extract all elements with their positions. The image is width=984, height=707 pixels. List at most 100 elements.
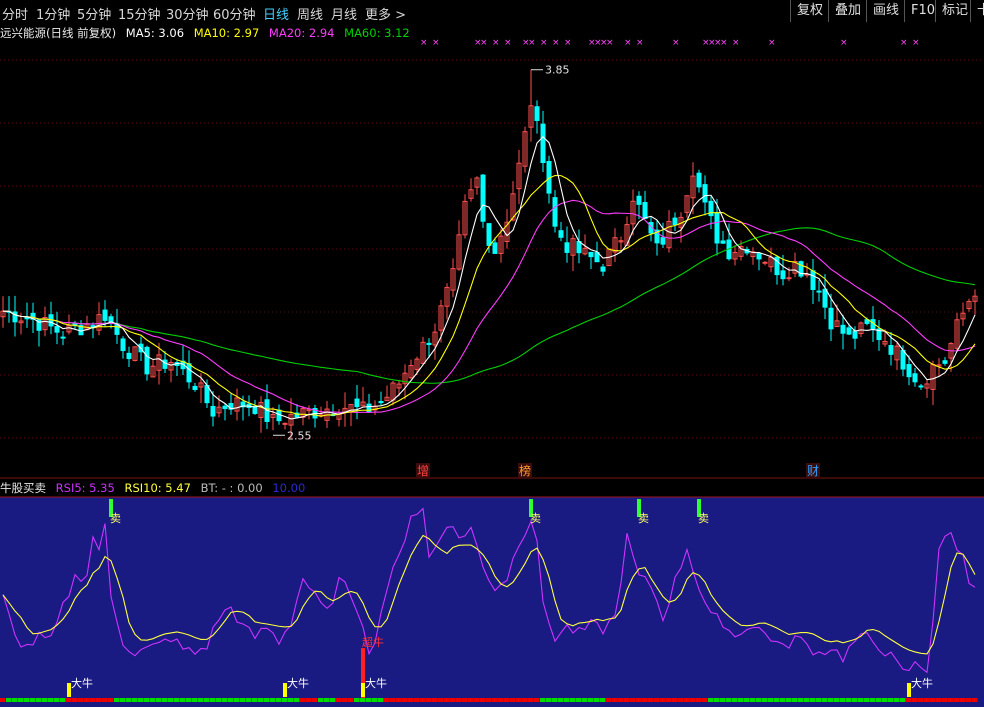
bull-signal-label: 大牛 xyxy=(287,676,309,690)
status-segment xyxy=(228,698,234,702)
candle-body xyxy=(756,253,762,260)
candle-body xyxy=(192,385,198,391)
status-segment xyxy=(672,698,678,702)
status-segment xyxy=(570,698,576,702)
price-annotation: 2.55 xyxy=(287,429,312,442)
candle-body xyxy=(822,288,828,308)
status-segment xyxy=(828,698,834,702)
status-segment xyxy=(36,698,42,702)
bull-signal-label: 大牛 xyxy=(911,676,933,690)
status-segment xyxy=(846,698,852,702)
status-segment xyxy=(540,698,546,702)
candle-body xyxy=(888,345,894,355)
candle-body xyxy=(942,360,948,364)
status-segment xyxy=(360,698,366,702)
status-segment xyxy=(102,698,108,702)
candle-body xyxy=(492,242,498,254)
status-segment xyxy=(402,698,408,702)
status-segment xyxy=(456,698,462,702)
status-segment xyxy=(732,698,738,702)
candle-body xyxy=(552,197,558,227)
candle-body xyxy=(210,405,216,417)
candle-body xyxy=(426,342,432,346)
status-segment xyxy=(210,698,216,702)
status-segment xyxy=(54,698,60,702)
candle-body xyxy=(564,242,570,253)
candle-body xyxy=(696,172,702,188)
status-segment xyxy=(138,698,144,702)
ma10-value: MA10: 2.97 xyxy=(193,26,260,40)
status-segment xyxy=(762,698,768,702)
status-segment xyxy=(114,698,120,702)
candle-body xyxy=(846,327,852,335)
status-segment xyxy=(648,698,654,702)
status-segment xyxy=(798,698,804,702)
candle-body xyxy=(852,330,858,339)
status-segment xyxy=(624,698,630,702)
status-segment xyxy=(426,698,432,702)
candle-body xyxy=(222,405,228,410)
candle-body xyxy=(702,184,708,203)
status-segment xyxy=(72,698,78,702)
status-segment xyxy=(348,698,354,702)
candle-body xyxy=(144,346,150,375)
candle-body xyxy=(714,212,720,244)
status-segment xyxy=(150,698,156,702)
bull-signal-label: 大牛 xyxy=(365,676,387,690)
status-segment xyxy=(882,698,888,702)
main-indicator-header: 远兴能源(日线 前复权) MA5: 3.06 MA10: 2.97 MA20: … xyxy=(0,25,984,41)
status-segment xyxy=(168,698,174,702)
status-segment xyxy=(780,698,786,702)
status-segment xyxy=(708,698,714,702)
status-segment xyxy=(714,698,720,702)
status-segment xyxy=(420,698,426,702)
candle-body xyxy=(588,251,594,258)
status-segment xyxy=(192,698,198,702)
status-segment xyxy=(720,698,726,702)
status-segment xyxy=(318,698,324,702)
candle-body xyxy=(60,336,66,339)
status-segment xyxy=(552,698,558,702)
status-segment xyxy=(354,698,360,702)
status-segment xyxy=(660,698,666,702)
status-segment xyxy=(180,698,186,702)
status-segment xyxy=(738,698,744,702)
candle-body xyxy=(282,422,288,425)
kline-chart[interactable]: 3.852.55× × ×× × × ×× × × × ×××× × × × ×××× × × × × ×增榜财卖卖… xyxy=(0,0,984,707)
status-segment xyxy=(306,698,312,702)
candle-body xyxy=(120,338,126,352)
status-segment xyxy=(198,698,204,702)
candle-body xyxy=(102,309,108,321)
status-segment xyxy=(372,698,378,702)
status-segment xyxy=(966,698,972,702)
status-segment xyxy=(816,698,822,702)
status-segment xyxy=(870,698,876,702)
status-segment xyxy=(24,698,30,702)
candle-body xyxy=(354,398,360,408)
status-segment xyxy=(90,698,96,702)
indicator-title: 牛股买卖 xyxy=(0,481,46,495)
status-segment xyxy=(666,698,672,702)
candle-body xyxy=(54,326,60,333)
candle-body xyxy=(816,290,822,293)
status-segment xyxy=(366,698,372,702)
status-segment xyxy=(324,698,330,702)
status-segment xyxy=(468,698,474,702)
status-segment xyxy=(702,698,708,702)
status-segment xyxy=(174,698,180,702)
status-segment xyxy=(156,698,162,702)
status-segment xyxy=(222,698,228,702)
status-segment xyxy=(894,698,900,702)
status-segment xyxy=(474,698,480,702)
status-segment xyxy=(276,698,282,702)
status-segment xyxy=(240,698,246,702)
status-segment xyxy=(954,698,960,702)
status-segment xyxy=(564,698,570,702)
trend-status-bar xyxy=(0,698,978,702)
status-segment xyxy=(246,698,252,702)
status-segment xyxy=(930,698,936,702)
candle-body xyxy=(162,359,168,369)
status-segment xyxy=(726,698,732,702)
bt-value: BT: - : 0.00 xyxy=(200,481,263,495)
status-segment xyxy=(30,698,36,702)
